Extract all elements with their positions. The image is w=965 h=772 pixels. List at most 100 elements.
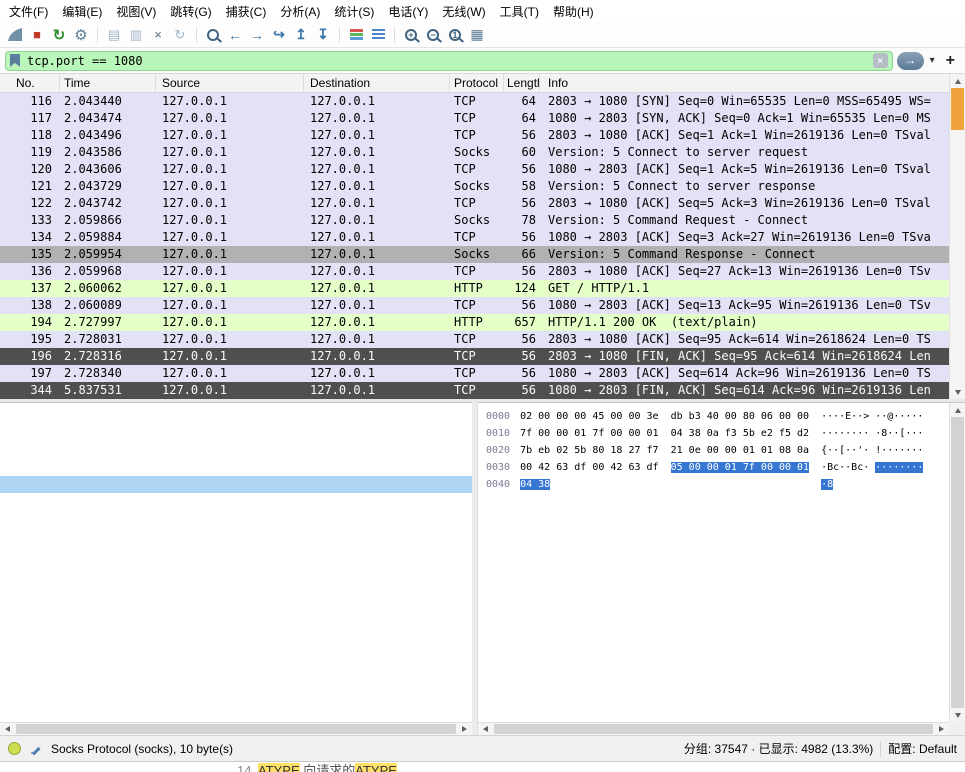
scroll-down-arrow[interactable] [950, 708, 965, 722]
filter-text[interactable]: tcp.port == 1080 [27, 54, 873, 68]
packet-row[interactable]: 133 2.059866 127.0.0.1 127.0.0.1 Socks 7… [0, 212, 949, 229]
auto-scroll-icon[interactable] [367, 24, 389, 46]
menu-item[interactable]: 分析(A) [273, 0, 327, 23]
packet-row[interactable]: 116 2.043440 127.0.0.1 127.0.0.1 TCP 64 … [0, 93, 949, 110]
packet-row[interactable]: 118 2.043496 127.0.0.1 127.0.0.1 TCP 56 … [0, 127, 949, 144]
column-header[interactable]: No. [0, 74, 60, 92]
go-forward-icon[interactable]: → [246, 24, 268, 46]
packet-row[interactable]: 121 2.043729 127.0.0.1 127.0.0.1 Socks 5… [0, 178, 949, 195]
packet-list-scroll-thumb[interactable] [951, 88, 964, 130]
packet-list-scrollbar[interactable] [949, 74, 965, 399]
menu-item[interactable]: 视图(V) [109, 0, 163, 23]
scroll-right-arrow[interactable] [934, 723, 949, 735]
detail-line[interactable]: Address Type: IPv4 (1) [0, 544, 472, 561]
menu-item[interactable]: 工具(T) [493, 0, 546, 23]
packet-row[interactable]: 137 2.060062 127.0.0.1 127.0.0.1 HTTP 12… [0, 280, 949, 297]
menu-item[interactable]: 文件(F) [2, 0, 55, 23]
packet-row[interactable]: 194 2.727997 127.0.0.1 127.0.0.1 HTTP 65… [0, 314, 949, 331]
hex-h-scroll-thumb[interactable] [494, 724, 933, 734]
clear-filter-icon[interactable]: × [873, 53, 888, 68]
status-profile[interactable]: 配置: Default [888, 740, 957, 757]
save-file-icon[interactable]: ▥ [125, 24, 147, 46]
detail-line[interactable]: Port: 1080 [0, 578, 472, 595]
go-bottom-icon[interactable]: ↧ [312, 24, 334, 46]
packet-row[interactable]: 136 2.059968 127.0.0.1 127.0.0.1 TCP 56 … [0, 263, 949, 280]
menu-item[interactable]: 捕获(C) [219, 0, 274, 23]
scroll-up-arrow[interactable] [950, 74, 965, 88]
reload-file-icon[interactable]: ↻ [169, 24, 191, 46]
packet-row[interactable]: 122 2.043742 127.0.0.1 127.0.0.1 TCP 56 … [0, 195, 949, 212]
expert-info-icon[interactable] [8, 742, 21, 755]
background-window-strip[interactable]: 14. ATYPE 向请求的ATYPE [0, 761, 965, 772]
detail-line[interactable]: Version: 5 [0, 493, 472, 510]
detail-line[interactable]: >Internet Protocol Version 4, Src: 127.0… [0, 442, 472, 459]
display-filter-input[interactable]: tcp.port == 1080 × [5, 51, 893, 71]
zoom-100-icon[interactable]: 1 [444, 24, 466, 46]
hex-row[interactable]: 00207b eb 02 5b 80 18 27 f7 21 0e 00 00 … [486, 442, 949, 459]
filter-dropdown-caret[interactable]: ▾ [928, 55, 937, 66]
capture-start-icon[interactable] [4, 24, 26, 46]
hex-scroll-thumb[interactable] [951, 417, 964, 708]
close-file-icon[interactable]: × [147, 24, 169, 46]
column-header[interactable]: Protocol [450, 74, 504, 92]
status-divider [880, 741, 881, 757]
capture-comment-icon[interactable] [28, 741, 44, 757]
go-to-packet-icon[interactable]: ↪ [268, 24, 290, 46]
scroll-left-arrow[interactable] [0, 723, 15, 735]
apply-filter-button[interactable]: → [897, 52, 924, 70]
detail-line[interactable]: Reserved: 0 [0, 527, 472, 544]
packet-row[interactable]: 117 2.043474 127.0.0.1 127.0.0.1 TCP 64 … [0, 110, 949, 127]
detail-scroll-thumb[interactable] [16, 724, 456, 734]
column-header[interactable]: Destination [304, 74, 450, 92]
packet-row[interactable]: 195 2.728031 127.0.0.1 127.0.0.1 TCP 56 … [0, 331, 949, 348]
scroll-down-arrow[interactable] [950, 385, 965, 399]
hex-row[interactable]: 003000 42 63 df 00 42 63 df 05 00 00 01 … [486, 459, 949, 476]
menu-item[interactable]: 统计(S) [327, 0, 381, 23]
menu-item[interactable]: 帮助(H) [546, 0, 601, 23]
packet-row[interactable]: 196 2.728316 127.0.0.1 127.0.0.1 TCP 56 … [0, 348, 949, 365]
bookmark-icon[interactable] [10, 54, 20, 67]
go-top-icon[interactable]: ↥ [290, 24, 312, 46]
packet-row[interactable]: 119 2.043586 127.0.0.1 127.0.0.1 Socks 6… [0, 144, 949, 161]
packet-row[interactable]: 344 5.837531 127.0.0.1 127.0.0.1 TCP 56 … [0, 382, 949, 399]
add-filter-button[interactable]: + [941, 52, 960, 70]
detail-h-scrollbar[interactable] [0, 722, 472, 735]
hex-row[interactable]: 00107f 00 00 01 7f 00 00 01 04 38 0a f3 … [486, 425, 949, 442]
detail-line[interactable]: Remote Address: 127.0.0.1 [0, 561, 472, 578]
zoom-out-icon[interactable]: − [422, 24, 444, 46]
column-header[interactable]: Lengtl [504, 74, 540, 92]
resize-columns-icon[interactable]: ▦ [466, 24, 488, 46]
capture-stop-icon[interactable]: ■ [26, 24, 48, 46]
detail-line[interactable]: >Frame 135: 66 bytes on wire (528 bits),… [0, 408, 472, 425]
capture-options-icon[interactable]: ⚙ [70, 24, 92, 46]
detail-line[interactable]: >Null/Loopback [0, 425, 472, 442]
column-header[interactable]: Info [540, 74, 965, 92]
open-file-icon[interactable]: ▤ [103, 24, 125, 46]
menu-item[interactable]: 无线(W) [435, 0, 492, 23]
go-back-icon[interactable]: ← [224, 24, 246, 46]
zoom-in-icon[interactable]: + [400, 24, 422, 46]
packet-row[interactable]: 197 2.728340 127.0.0.1 127.0.0.1 TCP 56 … [0, 365, 949, 382]
menu-item[interactable]: 跳转(G) [163, 0, 218, 23]
scroll-left-arrow[interactable] [478, 723, 493, 735]
column-header[interactable]: Time [60, 74, 156, 92]
menu-item[interactable]: 电话(Y) [381, 0, 435, 23]
hex-v-scrollbar[interactable] [949, 403, 965, 722]
detail-line[interactable]: Results(V5): Succeeded (0) [0, 510, 472, 527]
detail-line[interactable]: >Transmission Control Protocol, Src Port… [0, 459, 472, 476]
capture-restart-icon[interactable]: ↻ [48, 24, 70, 46]
packet-row[interactable]: 135 2.059954 127.0.0.1 127.0.0.1 Socks 6… [0, 246, 949, 263]
find-packet-icon[interactable] [202, 24, 224, 46]
detail-line[interactable]: ∨Socks Protocol [0, 476, 472, 493]
menu-item[interactable]: 编辑(E) [55, 0, 109, 23]
scroll-up-arrow[interactable] [950, 403, 965, 417]
packet-row[interactable]: 134 2.059884 127.0.0.1 127.0.0.1 TCP 56 … [0, 229, 949, 246]
packet-row[interactable]: 120 2.043606 127.0.0.1 127.0.0.1 TCP 56 … [0, 161, 949, 178]
packet-row[interactable]: 138 2.060089 127.0.0.1 127.0.0.1 TCP 56 … [0, 297, 949, 314]
hex-h-scrollbar[interactable] [478, 722, 949, 735]
hex-row[interactable]: 000002 00 00 00 45 00 00 3e db b3 40 00 … [486, 408, 949, 425]
colorize-icon[interactable] [345, 24, 367, 46]
column-header[interactable]: Source [156, 74, 304, 92]
hex-row[interactable]: 004004 38·8 [486, 476, 949, 493]
scroll-right-arrow[interactable] [457, 723, 472, 735]
